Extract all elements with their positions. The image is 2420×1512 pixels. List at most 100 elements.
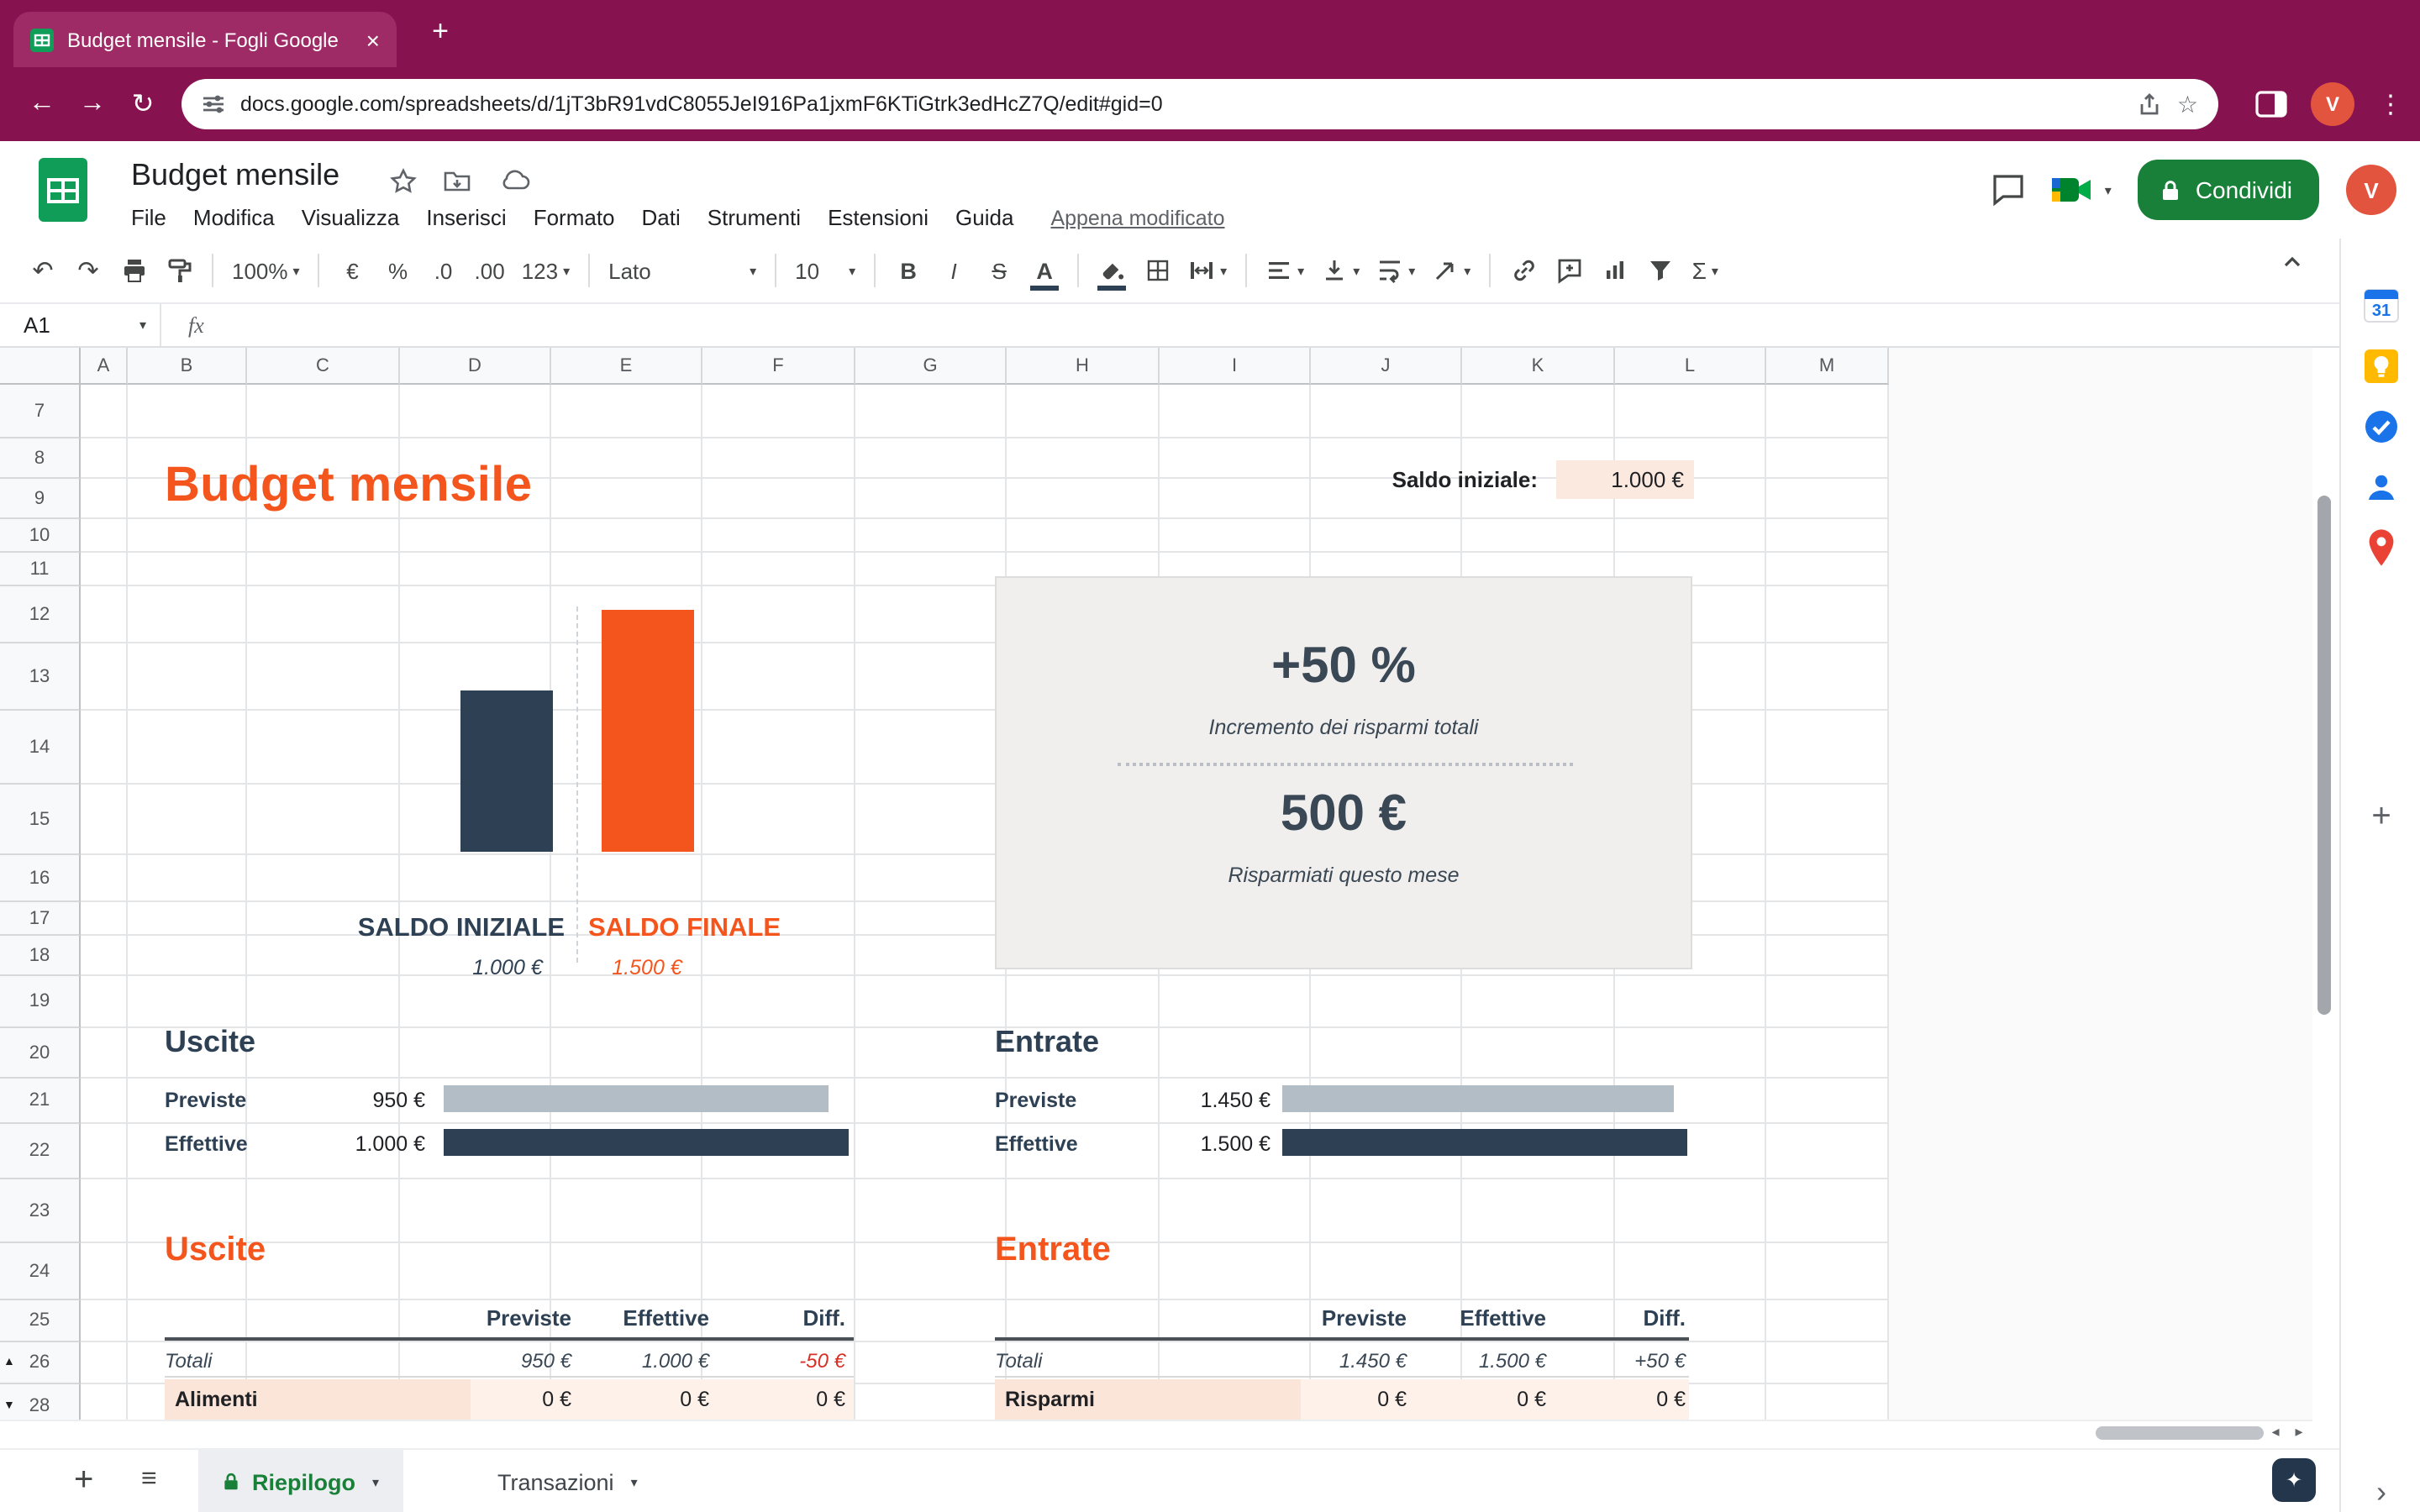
contacts-icon[interactable]	[2341, 460, 2420, 514]
document-title[interactable]: Budget mensile	[131, 158, 339, 193]
bookmark-star-icon[interactable]: ☆	[2177, 90, 2198, 118]
column-header-H[interactable]: H	[1007, 348, 1160, 385]
row-header-19[interactable]: 19	[0, 976, 81, 1028]
row-header-12[interactable]: 12	[0, 586, 81, 643]
account-avatar[interactable]: V	[2346, 165, 2396, 215]
column-header-I[interactable]: I	[1160, 348, 1311, 385]
row-header-14[interactable]: 14	[0, 711, 81, 785]
scroll-right-icon[interactable]: ▸	[2289, 1423, 2309, 1441]
sheet-tab-riepilogo[interactable]: Riepilogo ▾	[198, 1450, 402, 1512]
sheet-tab2-caret-icon[interactable]: ▾	[631, 1474, 638, 1489]
text-wrap-button[interactable]: ▾	[1370, 249, 1422, 292]
column-header-E[interactable]: E	[551, 348, 702, 385]
explore-button[interactable]: ✦	[2272, 1458, 2316, 1502]
move-folder-icon[interactable]	[444, 168, 471, 203]
row-group-toggle-icon[interactable]: ▼	[3, 1400, 15, 1412]
row-header-24[interactable]: 24	[0, 1243, 81, 1300]
menu-file[interactable]: File	[118, 202, 180, 234]
row-header-23[interactable]: 23	[0, 1179, 81, 1243]
menu-modifica[interactable]: Modifica	[180, 202, 288, 234]
menu-dati[interactable]: Dati	[629, 202, 694, 234]
sheet-tab-caret-icon[interactable]: ▾	[372, 1474, 379, 1489]
functions-button[interactable]: Σ▾	[1684, 249, 1726, 292]
print-icon[interactable]	[113, 249, 155, 292]
menu-visualizza[interactable]: Visualizza	[288, 202, 413, 234]
maps-icon[interactable]	[2341, 521, 2420, 575]
menu-guida[interactable]: Guida	[942, 202, 1027, 234]
column-header-A[interactable]: A	[81, 348, 128, 385]
share-page-icon[interactable]	[2139, 92, 2162, 116]
forward-icon[interactable]: →	[67, 89, 118, 119]
row-header-13[interactable]: 13	[0, 643, 81, 711]
borders-button[interactable]	[1136, 249, 1178, 292]
decrease-decimal-button[interactable]: .0	[423, 249, 465, 292]
browser-tab[interactable]: Budget mensile - Fogli Google ×	[13, 12, 397, 67]
browser-menu-icon[interactable]: ⋮	[2378, 89, 2403, 119]
star-document-icon[interactable]	[390, 168, 417, 203]
vertical-align-button[interactable]: ▾	[1314, 249, 1366, 292]
add-sheet-icon[interactable]: +	[74, 1462, 93, 1500]
row-header-21[interactable]: 21	[0, 1079, 81, 1124]
row-header-26[interactable]: 26▲	[0, 1342, 81, 1384]
redo-icon[interactable]: ↷	[67, 249, 109, 292]
row-header-9[interactable]: 9	[0, 479, 81, 519]
insert-chart-icon[interactable]	[1593, 249, 1635, 292]
scroll-left-icon[interactable]: ◂	[2265, 1423, 2286, 1441]
column-header-M[interactable]: M	[1766, 348, 1889, 385]
format-currency-button[interactable]: €	[332, 249, 374, 292]
menu-estensioni[interactable]: Estensioni	[814, 202, 942, 234]
font-size-select[interactable]: 10▾	[788, 249, 862, 292]
calendar-icon[interactable]: 31	[2341, 279, 2420, 333]
text-rotation-button[interactable]: ▾	[1425, 249, 1477, 292]
row-group-toggle-icon[interactable]: ▲	[3, 1357, 15, 1368]
tune-icon[interactable]	[202, 92, 225, 116]
share-button[interactable]: Condividi	[2139, 160, 2319, 220]
paint-format-icon[interactable]	[158, 249, 200, 292]
browser-profile-avatar[interactable]: V	[2311, 82, 2354, 126]
fill-color-button[interactable]	[1091, 249, 1133, 292]
last-edit-status[interactable]: Appena modificato	[1050, 206, 1224, 229]
all-sheets-icon[interactable]: ≡	[141, 1465, 157, 1495]
column-header-B[interactable]: B	[128, 348, 247, 385]
cloud-status-icon[interactable]	[501, 168, 531, 200]
reload-icon[interactable]: ↻	[118, 87, 168, 121]
undo-icon[interactable]: ↶	[22, 249, 64, 292]
horizontal-align-button[interactable]: ▾	[1259, 249, 1311, 292]
collapse-toolbar-icon[interactable]	[2279, 249, 2306, 284]
url-bar[interactable]: docs.google.com/spreadsheets/d/1jT3bR91v…	[182, 79, 2218, 129]
strikethrough-button[interactable]: S	[978, 249, 1020, 292]
vertical-scrollbar[interactable]	[2316, 385, 2334, 1420]
add-addon-icon[interactable]: +	[2341, 790, 2420, 843]
comment-history-icon[interactable]	[1992, 173, 2026, 207]
column-header-G[interactable]: G	[855, 348, 1007, 385]
menu-formato[interactable]: Formato	[520, 202, 629, 234]
row-header-11[interactable]: 11	[0, 553, 81, 586]
column-header-L[interactable]: L	[1615, 348, 1766, 385]
tab-close-icon[interactable]: ×	[366, 28, 380, 51]
menu-inserisci[interactable]: Inserisci	[413, 202, 519, 234]
text-color-button[interactable]: A	[1023, 249, 1065, 292]
horizontal-scrollbar-thumb[interactable]	[2096, 1426, 2264, 1440]
row-header-25[interactable]: 25	[0, 1300, 81, 1342]
row-header-8[interactable]: 8	[0, 438, 81, 479]
row-header-20[interactable]: 20	[0, 1028, 81, 1079]
font-family-select[interactable]: Lato▾	[602, 249, 763, 292]
insert-comment-icon[interactable]	[1548, 249, 1590, 292]
insert-link-icon[interactable]	[1502, 249, 1544, 292]
vertical-scrollbar-thumb[interactable]	[2317, 496, 2331, 1015]
row-header-7[interactable]: 7	[0, 385, 81, 438]
side-panel-icon[interactable]	[2255, 91, 2287, 118]
sheet-tab-transazioni[interactable]: Transazioni ▾	[474, 1450, 661, 1512]
column-header-C[interactable]: C	[247, 348, 400, 385]
sheet-canvas[interactable]: Budget mensile Saldo iniziale: 1.000 € S…	[81, 385, 1889, 1420]
row-header-10[interactable]: 10	[0, 519, 81, 553]
format-percent-button[interactable]: %	[377, 249, 419, 292]
column-header-J[interactable]: J	[1311, 348, 1462, 385]
italic-button[interactable]: I	[933, 249, 975, 292]
row-header-18[interactable]: 18	[0, 936, 81, 976]
new-tab-button[interactable]: +	[420, 15, 460, 49]
row-header-16[interactable]: 16	[0, 855, 81, 902]
name-box[interactable]: A1▾	[0, 304, 161, 346]
column-header-D[interactable]: D	[400, 348, 551, 385]
meet-button[interactable]: ▾	[2053, 175, 2112, 205]
